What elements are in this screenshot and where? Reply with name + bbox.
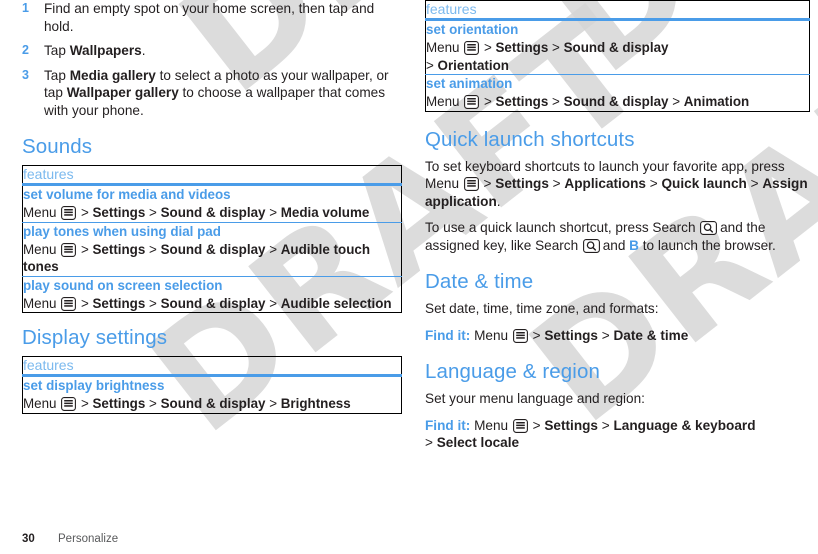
feature-cell: play sound on screen selection Menu > Set… [23, 276, 402, 313]
body-paragraph: Find it: Menu > Settings > Language & ke… [425, 417, 756, 451]
step-number: 3 [22, 67, 29, 82]
feature-row: set orientation Menu > Settings > Sound &… [426, 20, 810, 75]
feature-menu-path: Menu > Settings > Sound & display > Medi… [23, 205, 370, 220]
numbered-step: 1 Find an empty spot on your home screen,… [22, 0, 402, 35]
footer-page-number: 30 [22, 533, 35, 545]
feature-row: play sound on screen selection Menu > Set… [22, 276, 402, 313]
step-text: Tap Media gallery to select a photo as y… [44, 67, 389, 118]
body-paragraph: Set your menu language and region: [425, 391, 645, 406]
menu-key-icon [463, 177, 479, 191]
feature-menu-path: Menu > Settings > Sound & display > Anim… [426, 94, 750, 109]
feature-title: set orientation [426, 22, 519, 37]
body-paragraph: To set keyboard shortcuts to launch your… [425, 158, 808, 209]
feature-title: set volume for media and videos [23, 187, 231, 202]
section-heading: Date & time [425, 270, 534, 293]
feature-row: set volume for media and videos Menu > Se… [23, 185, 402, 223]
section-heading: Quick launch shortcuts [425, 127, 635, 151]
menu-key-icon [464, 41, 480, 55]
left-sections: Sounds features set volume for media and v… [22, 135, 402, 414]
section-heading: Sounds [22, 135, 93, 158]
numbered-step: 2 Tap Wallpapers. [22, 42, 402, 60]
right-column: features set orientation Menu > Settings >… [425, 0, 810, 461]
menu-key-icon [61, 296, 77, 311]
feature-cell: play tones when using dial pad Menu > Set… [23, 222, 402, 276]
features-header-row: features [22, 356, 402, 377]
step-number: 1 [22, 1, 29, 15]
feature-cell: set orientation Menu > Settings > Sound &… [426, 20, 810, 75]
menu-key-icon [61, 397, 77, 411]
numbered-step: 3 Tap Media gallery to select a photo as … [22, 67, 402, 120]
feature-title: play sound on screen selection [23, 277, 223, 293]
step-text: Find an empty spot on your home screen, … [44, 1, 375, 34]
body-paragraph: Find it: Menu > Settings > Date & time [425, 327, 689, 343]
feature-row: set animation Menu > Settings > Sound & d… [425, 74, 810, 112]
features-header-row: features [425, 0, 810, 21]
menu-key-icon [512, 328, 528, 343]
orientation-animation-table: features set orientation Menu > Settings >… [425, 0, 810, 112]
body-paragraph: To use a quick launch shortcut, press Se… [425, 220, 776, 253]
features-header-row: features [22, 165, 402, 186]
menu-key-icon [512, 418, 528, 433]
search-key-icon [700, 221, 718, 235]
manual-page: 1 Find an empty spot on your home screen,… [0, 0, 818, 554]
feature-cell: set animation Menu > Settings > Sound & d… [426, 75, 810, 112]
features-column-header: features [22, 165, 402, 186]
feature-cell: set volume for media and videos Menu > Se… [23, 185, 402, 223]
right-sections: Quick launch shortcuts To set keyboard sh… [425, 128, 810, 452]
menu-key-icon [61, 206, 77, 220]
features-column-header: features [425, 0, 810, 21]
numbered-steps-list: 1 Find an empty spot on your home screen,… [22, 0, 402, 119]
feature-menu-path: Menu > Settings > Sound & display > Orien… [426, 40, 669, 73]
page-footer: 30 Personalize [22, 533, 118, 545]
footer-chapter-name: Personalize [58, 533, 119, 545]
menu-key-icon [61, 242, 77, 257]
menu-key-icon [464, 95, 480, 109]
step-number: 2 [22, 43, 29, 57]
feature-menu-path: Menu > Settings > Sound & display > Brig… [23, 396, 351, 411]
body-paragraph: Set date, time, time zone, and formats: [425, 301, 659, 316]
features-table: features set display brightness Menu > Set… [22, 356, 402, 414]
feature-menu-path: Menu > Settings > Sound & display > Audi… [23, 295, 392, 311]
feature-title: set display brightness [23, 378, 165, 393]
features-column-header: features [22, 356, 402, 377]
feature-menu-path: Menu > Settings > Sound & display > Audi… [23, 241, 371, 275]
feature-cell: set display brightness Menu > Settings > … [23, 376, 402, 414]
feature-title: play tones when using dial pad [23, 223, 221, 239]
step-text: Tap Wallpapers. [44, 43, 146, 58]
feature-row: play tones when using dial pad Menu > Set… [22, 222, 402, 276]
features-table: features set orientation Menu > Settings >… [425, 0, 810, 112]
feature-row: set display brightness Menu > Settings > … [23, 376, 402, 414]
features-table: features set volume for media and videos M… [22, 165, 402, 313]
section-heading: Language & region [425, 360, 600, 383]
search-key-icon [582, 238, 600, 253]
feature-title: set animation [426, 76, 513, 91]
left-column: 1 Find an empty spot on your home screen,… [22, 0, 402, 414]
section-heading: Display settings [22, 326, 168, 349]
